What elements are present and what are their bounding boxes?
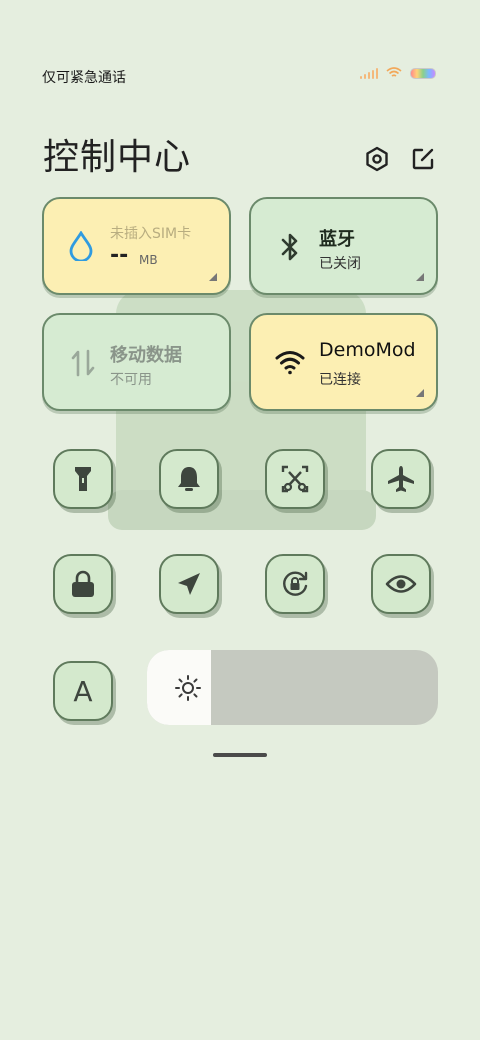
location-toggle[interactable] [159,554,219,614]
airplane-toggle[interactable] [371,449,431,509]
expand-corner-icon [209,273,217,281]
bluetooth-tile[interactable]: 蓝牙 已关闭 [249,197,438,295]
edit-button[interactable] [408,144,438,174]
data-usage-unit: MB [139,253,158,267]
brightness-slider[interactable] [147,650,438,725]
screenshot-toggle[interactable] [265,449,325,509]
expand-corner-icon [416,273,424,281]
lock-toggle[interactable] [53,554,113,614]
data-usage-value: -- [110,243,129,268]
status-icons [360,67,436,79]
scissors-screenshot-icon [281,465,309,493]
data-arrows-icon [71,349,95,377]
drag-handle[interactable] [213,753,267,757]
location-arrow-icon [178,573,200,595]
edit-icon [412,148,434,170]
page-title: 控制中心 [43,137,192,178]
font-a-icon: A [73,674,93,708]
bluetooth-label: 蓝牙 [319,229,355,250]
bluetooth-icon [281,233,298,261]
font-auto-toggle[interactable]: A [53,661,113,721]
wifi-tile[interactable]: DemoMod 已连接 [249,313,438,411]
bluetooth-status: 已关闭 [319,256,361,272]
signal-icon [360,67,378,79]
bell-icon [178,467,200,491]
expand-corner-icon [416,389,424,397]
eye-icon [385,575,417,593]
lock-icon [72,570,94,597]
data-usage-tile[interactable]: 未插入SIM卡 -- MB [42,197,231,295]
water-drop-icon [69,231,93,261]
mobile-data-status: 不可用 [110,372,152,388]
reading-mode-toggle[interactable] [371,554,431,614]
sun-icon [175,675,201,701]
wifi-icon [275,351,305,375]
flashlight-toggle[interactable] [53,449,113,509]
wifi-network-name: DemoMod [319,339,416,361]
rotation-lock-icon [283,571,308,596]
flashlight-icon [75,467,91,491]
airplane-icon [388,466,414,492]
wifi-icon [386,67,402,77]
battery-icon [410,67,436,79]
status-carrier-text: 仅可紧急通话 [42,70,126,86]
wifi-status: 已连接 [319,372,361,388]
settings-button[interactable] [362,144,392,174]
rotation-lock-toggle[interactable] [265,554,325,614]
mobile-data-label: 移动数据 [110,345,182,366]
ringer-toggle[interactable] [159,449,219,509]
mobile-data-tile[interactable]: 移动数据 不可用 [42,313,231,411]
settings-hexagon-icon [366,146,388,172]
data-usage-label: 未插入SIM卡 [110,226,192,242]
